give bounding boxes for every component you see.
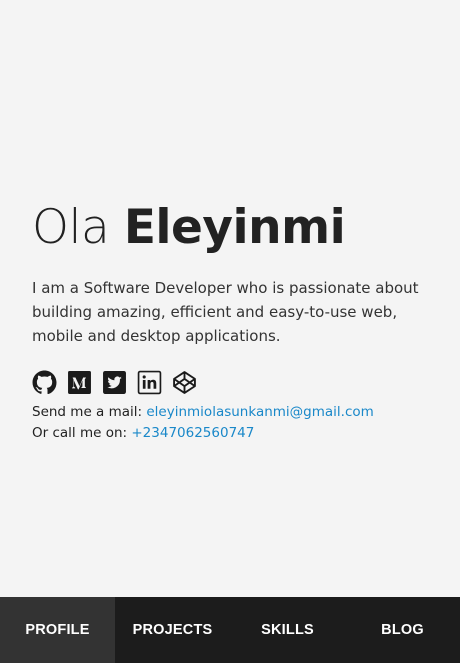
phone-link[interactable]: +2347062560747	[131, 425, 254, 441]
nav-projects[interactable]: PROJECTS	[115, 597, 230, 663]
twitter-link[interactable]	[102, 370, 127, 395]
contact-info: Send me a mail: eleyinmiolasunkanmi@gmai…	[32, 402, 442, 444]
profile-section: Ola Eleyinmi I am a Software Developer w…	[32, 200, 442, 444]
call-label: Or call me on:	[32, 425, 128, 441]
social-links	[32, 369, 442, 395]
email-link[interactable]: eleyinmiolasunkanmi@gmail.com	[146, 404, 373, 420]
github-link[interactable]	[32, 370, 57, 395]
nav-blog[interactable]: BLOG	[345, 597, 460, 663]
medium-icon	[68, 370, 91, 394]
email-line: Send me a mail: eleyinmiolasunkanmi@gmai…	[32, 402, 442, 423]
phone-line: Or call me on: +2347062560747	[32, 423, 442, 444]
profile-name: Ola Eleyinmi	[32, 200, 442, 256]
nav-profile[interactable]: PROFILE	[0, 597, 115, 663]
mail-label: Send me a mail:	[32, 404, 143, 420]
bio-text: I am a Software Developer who is passion…	[32, 279, 419, 345]
last-name: Eleyinmi	[123, 200, 346, 255]
twitter-icon	[103, 370, 126, 394]
codepen-link[interactable]	[172, 370, 197, 395]
first-name: Ola	[32, 200, 110, 255]
codepen-icon	[173, 370, 196, 394]
bottom-nav: PROFILE PROJECTS SKILLS BLOG	[0, 597, 460, 663]
medium-link[interactable]	[67, 370, 92, 395]
linkedin-link[interactable]	[137, 370, 162, 395]
nav-skills[interactable]: SKILLS	[230, 597, 345, 663]
page: Ola Eleyinmi I am a Software Developer w…	[0, 0, 460, 663]
linkedin-icon	[137, 370, 162, 394]
github-icon	[32, 370, 57, 394]
